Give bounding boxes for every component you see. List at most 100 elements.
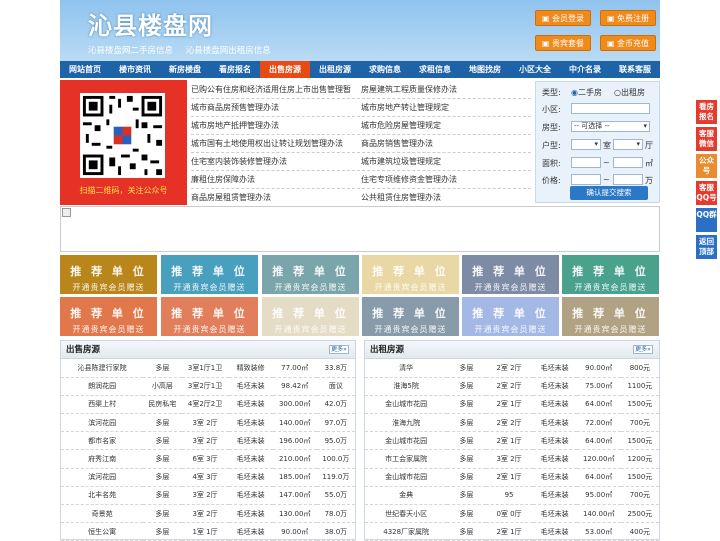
rent-more-link[interactable]: 更多» [633,345,653,354]
table-row[interactable]: 金山城市花园 多层 2室 1厅 毛坯未装 64.00㎡ 1500元 [365,468,659,487]
table-row[interactable]: 金山城市花园 多层 2室 1厅 毛坯未装 64.00㎡ 1500元 [365,395,659,415]
nav-want-buy[interactable]: 求购信息 [360,61,410,78]
table-row[interactable]: 清华 多层 2室 2厅 毛坯未装 90.00㎡ 800元 [365,359,659,378]
listing-community[interactable]: 西渠上村 [61,395,144,415]
nav-for-rent[interactable]: 出租房源 [310,61,360,78]
listing-community[interactable]: 4328厂家属院 [365,522,448,541]
radio-rent[interactable]: ○出租房 [614,87,645,98]
listing-community[interactable]: 滨河花园 [61,413,144,433]
table-row[interactable]: 北丰名苑 多层 3室 2厅 毛坯未装 147.00㎡ 55.0万 [61,486,355,506]
policy-link[interactable]: 商品房销售管理办法 [361,135,531,152]
table-row[interactable]: 世纪春天小区 多层 0室 0厅 毛坯未装 140.00㎡ 2500元 [365,504,659,524]
table-row[interactable]: 西渠上村 民房私宅 4室2厅2卫 毛坯未装 300.00㎡ 42.0万 [61,395,355,415]
policy-link[interactable]: 已购公有住房和经济适用住房上市出售管理暂 [191,81,361,98]
policy-link[interactable]: 城市商品房预售管理办法 [191,99,361,116]
promo-tile[interactable]: 推 荐 单 位开通贵宾会员赠送 [362,255,459,294]
promo-tile[interactable]: 推 荐 单 位开通贵宾会员赠送 [161,255,258,294]
price-max-input[interactable] [613,174,643,185]
listing-community[interactable]: 奇景苑 [61,504,144,524]
room-select[interactable]: ▾ [571,139,601,150]
policy-link[interactable]: 城市危险房屋管理规定 [361,117,531,134]
listing-community[interactable]: 恒生公寓 [61,522,144,541]
community-input[interactable] [571,103,650,114]
listing-community[interactable]: 都市名家 [61,431,144,451]
listing-community[interactable]: 金山城市花园 [365,395,448,415]
table-row[interactable]: 都市名家 多层 3室 2厅 毛坯未装 196.00㎡ 95.0万 [61,431,355,451]
listing-community[interactable]: 淮海5院 [365,377,448,396]
listing-community[interactable]: 世纪春天小区 [365,504,448,524]
listing-community[interactable]: 滨河花园 [61,468,144,487]
nav-viewing-signup[interactable]: 看房报名 [210,61,260,78]
search-submit-button[interactable]: 确认提交搜索 [570,186,648,200]
nav-want-rent[interactable]: 求租信息 [410,61,460,78]
promo-tile[interactable]: 推 荐 单 位开通贵宾会员赠送 [262,297,359,336]
listing-community[interactable]: 北丰名苑 [61,486,144,506]
nav-for-sale[interactable]: 出售房源 [260,61,310,78]
table-row[interactable]: 沁县陈建行家院 多层 3室1厅1卫 精致装修 77.00㎡ 33.8万 [61,359,355,378]
policy-link[interactable]: 城市房地产抵押管理办法 [191,117,361,134]
nav-new-homes[interactable]: 新房楼盘 [160,61,210,78]
nav-news[interactable]: 楼市资讯 [110,61,160,78]
policy-link[interactable]: 城市房地产转让管理规定 [361,99,531,116]
vip-package-button[interactable]: ▣ 贵宾套餐 [535,35,591,51]
register-button[interactable]: ▣ 免费注册 [600,10,656,26]
table-row[interactable]: 滨河花园 多层 4室 3厅 毛坯未装 185.00㎡ 119.0万 [61,468,355,487]
table-row[interactable]: 淮海九院 多层 2室 2厅 毛坯未装 72.00㎡ 700元 [365,413,659,433]
side-qq-group[interactable]: QQ群 [696,208,717,232]
nav-support[interactable]: 联系客服 [610,61,660,78]
recharge-button[interactable]: ▣ 金币充值 [600,35,656,51]
listing-community[interactable]: 市工会家属院 [365,449,448,469]
radio-secondhand[interactable]: ◉二手房 [571,87,602,98]
policy-link[interactable]: 住宅室内装饰装修管理办法 [191,153,361,170]
listing-community[interactable]: 金山城市花园 [365,431,448,451]
side-wechat[interactable]: 客服微信 [696,127,717,151]
policy-link[interactable]: 公共租赁住房管理办法 [361,189,531,206]
side-qq[interactable]: 客服QQ号 [696,181,717,205]
table-row[interactable]: 朗润花园 小高层 3室2厅1卫 毛坯未装 98.42㎡ 面议 [61,377,355,396]
table-row[interactable]: 滨河花园 多层 3室 2厅 毛坯未装 140.00㎡ 97.0万 [61,413,355,433]
nav-home[interactable]: 网站首页 [60,61,110,78]
listing-community[interactable]: 朗润花园 [61,377,144,396]
slogan-rent[interactable]: 沁县楼盘网出租房信息 [186,46,271,56]
listing-community[interactable]: 金典 [365,486,448,506]
nav-communities[interactable]: 小区大全 [510,61,560,78]
promo-tile[interactable]: 推 荐 单 位开通贵宾会员赠送 [262,255,359,294]
table-row[interactable]: 府秀江南 多层 6室 3厅 毛坯未装 210.00㎡ 100.0万 [61,449,355,469]
listing-community[interactable]: 清华 [365,359,448,378]
promo-tile[interactable]: 推 荐 单 位开通贵宾会员赠送 [362,297,459,336]
side-official-account[interactable]: 公众号 [696,154,717,178]
policy-link[interactable]: 房屋建筑工程质量保修办法 [361,81,531,98]
promo-tile[interactable]: 推 荐 单 位开通贵宾会员赠送 [60,255,157,294]
side-back-to-top[interactable]: 返回顶部 [696,235,717,259]
policy-link[interactable]: 城市国有土地使用权出让转让规划管理办法 [191,135,361,152]
area-max-input[interactable] [613,157,643,168]
promo-tile[interactable]: 推 荐 单 位开通贵宾会员赠送 [462,297,559,336]
listing-community[interactable]: 沁县陈建行家院 [61,359,144,378]
table-row[interactable]: 金典 多层 95 毛坯未装 95.00㎡ 700元 [365,486,659,506]
banner-ad[interactable] [60,206,660,252]
policy-link[interactable]: 住宅专项维修资金管理办法 [361,171,531,188]
policy-link[interactable]: 商品房屋租赁管理办法 [191,189,361,206]
table-row[interactable]: 淮海5院 多层 2室 2厅 毛坯未装 75.00㎡ 1100元 [365,377,659,396]
policy-link[interactable]: 城市建筑垃圾管理规定 [361,153,531,170]
sale-more-link[interactable]: 更多» [329,345,349,354]
table-row[interactable]: 奇景苑 多层 3室 2厅 毛坯未装 130.00㎡ 78.0万 [61,504,355,524]
promo-tile[interactable]: 推 荐 单 位开通贵宾会员赠送 [562,297,659,336]
listing-community[interactable]: 淮海九院 [365,413,448,433]
site-logo[interactable]: 沁县楼盘网 [88,6,213,41]
slogan-secondhand[interactable]: 沁县楼盘网二手房信息 [88,46,173,56]
table-row[interactable]: 金山城市花园 多层 2室 1厅 毛坯未装 64.00㎡ 1500元 [365,431,659,451]
policy-link[interactable]: 廉租住房保障办法 [191,171,361,188]
listing-community[interactable]: 金山城市花园 [365,468,448,487]
price-min-input[interactable] [571,174,601,185]
side-viewing-signup[interactable]: 看房报名 [696,100,717,124]
nav-map[interactable]: 地图找房 [460,61,510,78]
table-row[interactable]: 市工会家属院 多层 3室 2厅 毛坯未装 120.00㎡ 1200元 [365,449,659,469]
promo-tile[interactable]: 推 荐 单 位开通贵宾会员赠送 [562,255,659,294]
login-button[interactable]: ▣ 会员登录 [535,10,591,26]
table-row[interactable]: 4328厂家属院 多层 2室 1厅 毛坯未装 53.00㎡ 400元 [365,522,659,541]
hall-select[interactable]: ▾ [613,139,643,150]
table-row[interactable]: 恒生公寓 多层 1室 1厅 毛坯未装 90.00㎡ 38.0万 [61,522,355,541]
listing-community[interactable]: 府秀江南 [61,449,144,469]
promo-tile[interactable]: 推 荐 单 位开通贵宾会员赠送 [161,297,258,336]
